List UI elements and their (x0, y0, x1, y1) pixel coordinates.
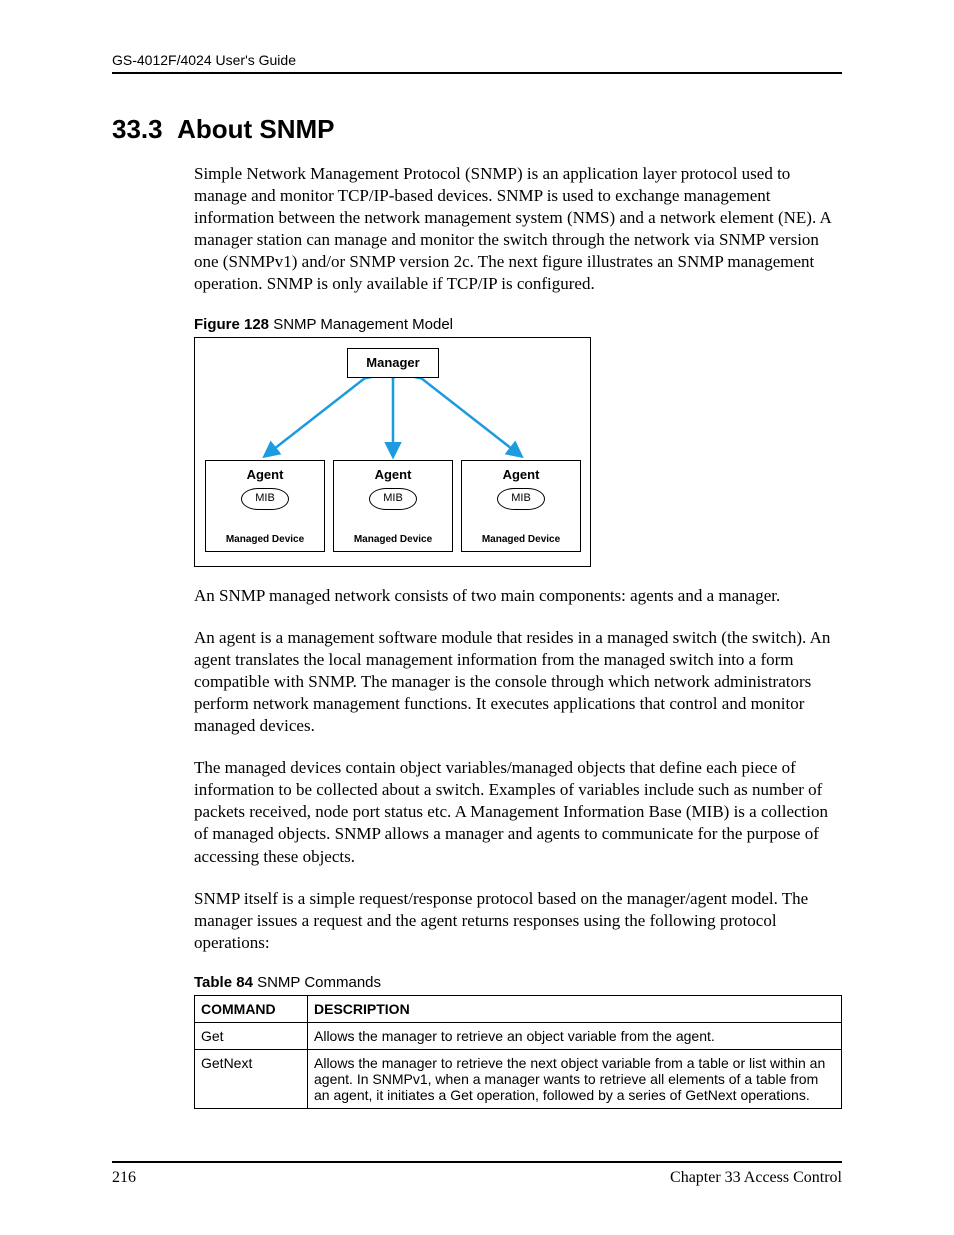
body: Simple Network Management Protocol (SNMP… (194, 163, 842, 1109)
section-heading: 33.3 About SNMP (112, 114, 842, 145)
page-number: 216 (112, 1169, 136, 1187)
chapter-label: Chapter 33 Access Control (670, 1169, 842, 1187)
cell-command: GetNext (195, 1049, 308, 1108)
paragraph: An agent is a management software module… (194, 627, 842, 737)
table-row: Get Allows the manager to retrieve an ob… (195, 1022, 842, 1049)
section-number: 33.3 (112, 114, 163, 144)
diagram-node-manager: Manager (347, 348, 439, 378)
diagram-label-managed-device: Managed Device (226, 534, 304, 545)
diagram-label-agent: Agent (247, 467, 284, 482)
diagram-label-managed-device: Managed Device (482, 534, 560, 545)
table-label: Table 84 (194, 974, 253, 991)
diagram-node-device-3: Agent MIB Managed Device (461, 460, 581, 552)
diagram-label-mib: MIB (497, 488, 545, 510)
figure-snmp-model: Manager Agent MIB Managed Device Agent M… (194, 337, 591, 567)
cell-command: Get (195, 1022, 308, 1049)
figure-caption: Figure 128 SNMP Management Model (194, 316, 842, 333)
diagram-label-managed-device: Managed Device (354, 534, 432, 545)
paragraph: Simple Network Management Protocol (SNMP… (194, 163, 842, 296)
figure-title: SNMP Management Model (269, 316, 453, 333)
table-caption: Table 84 SNMP Commands (194, 974, 842, 991)
paragraph: The managed devices contain object varia… (194, 757, 842, 867)
diagram-node-device-2: Agent MIB Managed Device (333, 460, 453, 552)
col-command: COMMAND (195, 995, 308, 1022)
col-description: DESCRIPTION (308, 995, 842, 1022)
figure-label: Figure 128 (194, 316, 269, 333)
section-title-text: About SNMP (177, 114, 334, 144)
diagram-label-agent: Agent (503, 467, 540, 482)
table-header-row: COMMAND DESCRIPTION (195, 995, 842, 1022)
paragraph: An SNMP managed network consists of two … (194, 585, 842, 607)
diagram-label-agent: Agent (375, 467, 412, 482)
diagram-node-device-1: Agent MIB Managed Device (205, 460, 325, 552)
cell-description: Allows the manager to retrieve an object… (308, 1022, 842, 1049)
page-footer: 216 Chapter 33 Access Control (112, 1161, 842, 1187)
table-row: GetNext Allows the manager to retrieve t… (195, 1049, 842, 1108)
table-snmp-commands: COMMAND DESCRIPTION Get Allows the manag… (194, 995, 842, 1109)
paragraph: SNMP itself is a simple request/response… (194, 888, 842, 954)
diagram-label-mib: MIB (241, 488, 289, 510)
page: GS-4012F/4024 User's Guide 33.3 About SN… (0, 0, 954, 1235)
running-header: GS-4012F/4024 User's Guide (112, 52, 842, 74)
cell-description: Allows the manager to retrieve the next … (308, 1049, 842, 1108)
table-title: SNMP Commands (253, 974, 381, 991)
diagram-label-mib: MIB (369, 488, 417, 510)
